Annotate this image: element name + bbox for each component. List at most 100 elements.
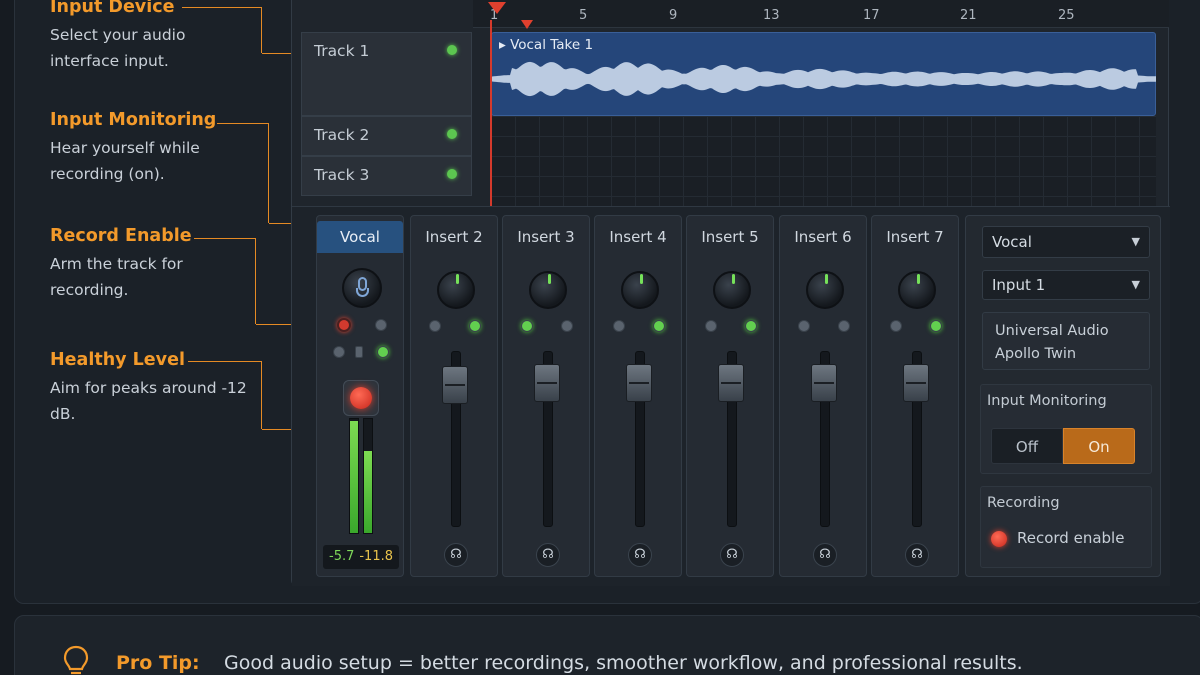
solo-led[interactable] — [838, 320, 850, 332]
fader-handle[interactable] — [534, 364, 560, 402]
channel-name[interactable]: Insert 7 — [872, 221, 958, 253]
gain-knob[interactable] — [621, 271, 659, 309]
insert-channel-strip: Insert 2 ☊ — [410, 215, 498, 577]
fader-handle[interactable] — [718, 364, 744, 402]
solo-led[interactable] — [469, 320, 481, 332]
ruler-mark: 21 — [960, 8, 977, 23]
channel-name[interactable]: Insert 3 — [503, 221, 589, 253]
headphones-icon[interactable]: ☊ — [905, 543, 929, 567]
timeline-ruler[interactable]: 1 5 9 13 17 21 25 — [473, 0, 1169, 28]
track-header-1[interactable]: Track 1 — [301, 32, 472, 116]
headphones-icon[interactable]: ☊ — [720, 543, 744, 567]
chevron-down-icon: ▼ — [1131, 278, 1140, 291]
mute-led[interactable] — [798, 320, 810, 332]
track-grid[interactable] — [491, 116, 1156, 206]
audio-clip[interactable]: ▸ Vocal Take 1 — [491, 32, 1156, 116]
headphones-icon[interactable]: ☊ — [813, 543, 837, 567]
track-label: Track 1 — [314, 42, 370, 60]
input-button[interactable] — [375, 319, 387, 331]
mute-led[interactable] — [705, 320, 717, 332]
insert-channel-strip: Insert 4 ☊ — [594, 215, 682, 577]
connector-line — [217, 123, 269, 223]
input-select-value: Input 1 — [992, 276, 1046, 294]
pro-tip-label: Pro Tip: — [116, 652, 200, 674]
track-active-led[interactable] — [447, 169, 457, 179]
gain-knob[interactable] — [806, 271, 844, 309]
pan-handle[interactable] — [355, 346, 363, 358]
lightbulb-icon — [63, 645, 89, 675]
mute-led[interactable] — [429, 320, 441, 332]
playhead-marker[interactable] — [488, 2, 506, 14]
solo-led[interactable] — [930, 320, 942, 332]
track-active-led[interactable] — [447, 129, 457, 139]
headphones-icon[interactable]: ☊ — [628, 543, 652, 567]
track-header-2[interactable]: Track 2 — [301, 116, 472, 156]
track-label: Track 2 — [314, 126, 370, 144]
channel-name[interactable]: Insert 4 — [595, 221, 681, 253]
mute-led[interactable] — [613, 320, 625, 332]
channel-name[interactable]: Insert 5 — [687, 221, 773, 253]
section-title: Recording — [987, 495, 1060, 511]
channel-name[interactable]: Insert 2 — [411, 221, 497, 253]
loop-marker[interactable] — [521, 20, 533, 29]
tutorial-screen: Input Device Select your audio interface… — [0, 0, 1200, 675]
fader-handle[interactable] — [442, 366, 468, 404]
ruler-mark: 5 — [579, 8, 588, 23]
headphones-icon[interactable]: ☊ — [536, 543, 560, 567]
solo-led[interactable] — [561, 320, 573, 332]
playhead-line — [490, 20, 492, 206]
device-info: Universal Audio Apollo Twin — [982, 312, 1150, 370]
chevron-down-icon: ▼ — [1131, 235, 1140, 248]
record-enable-toggle[interactable] — [991, 531, 1007, 547]
track-select-dropdown[interactable]: Vocal ▼ — [982, 226, 1150, 258]
ruler-mark: 9 — [669, 8, 678, 23]
pro-tip-bar: Pro Tip: Good audio setup = better recor… — [14, 615, 1200, 675]
headphones-icon[interactable]: ☊ — [444, 543, 468, 567]
device-name-line2: Apollo Twin — [995, 346, 1077, 362]
channel-settings-panel: Vocal ▼ Input 1 ▼ Universal Audio Apollo… — [965, 215, 1161, 577]
level-readout: -5.7 -11.8 — [323, 545, 399, 569]
input-select-dropdown[interactable]: Input 1 ▼ — [982, 270, 1150, 300]
gain-knob[interactable] — [713, 271, 751, 309]
solo-led[interactable] — [745, 320, 757, 332]
vocal-channel-strip: Vocal -5.7 -11.8 — [316, 215, 404, 577]
record-arm-led[interactable] — [337, 318, 351, 332]
ruler-mark: 17 — [863, 8, 880, 23]
connector-line — [188, 361, 262, 429]
recording-section: Recording Record enable — [980, 486, 1152, 568]
monitoring-off-button[interactable]: Off — [991, 428, 1063, 464]
fader-handle[interactable] — [903, 364, 929, 402]
device-name-line1: Universal Audio — [995, 323, 1109, 339]
peak-right-value: -11.8 — [359, 549, 393, 564]
ruler-mark: 25 — [1058, 8, 1075, 23]
microphone-icon[interactable] — [342, 268, 382, 308]
level-meter-right — [363, 418, 373, 534]
channel-name[interactable]: Vocal — [317, 221, 403, 253]
pro-tip-text: Good audio setup = better recordings, sm… — [224, 652, 1023, 674]
channel-name[interactable]: Insert 6 — [780, 221, 866, 253]
connector-line — [182, 7, 262, 53]
monitoring-on-button[interactable]: On — [1063, 428, 1135, 464]
peak-left-value: -5.7 — [329, 549, 355, 564]
gain-knob[interactable] — [437, 271, 475, 309]
ruler-mark: 13 — [763, 8, 780, 23]
mute-led[interactable] — [521, 320, 533, 332]
solo-button[interactable] — [333, 346, 345, 358]
record-enable-button[interactable] — [343, 380, 379, 416]
fader-handle[interactable] — [811, 364, 837, 402]
monitor-led[interactable] — [377, 346, 389, 358]
level-meter-left — [349, 418, 359, 534]
track-header-3[interactable]: Track 3 — [301, 156, 472, 196]
input-monitoring-section: Input Monitoring Off On — [980, 384, 1152, 474]
connector-line — [194, 238, 256, 324]
solo-led[interactable] — [653, 320, 665, 332]
insert-channel-strip: Insert 3 ☊ — [502, 215, 590, 577]
track-select-value: Vocal — [992, 233, 1032, 251]
insert-channel-strip: Insert 6 ☊ — [779, 215, 867, 577]
fader-handle[interactable] — [626, 364, 652, 402]
gain-knob[interactable] — [898, 271, 936, 309]
gain-knob[interactable] — [529, 271, 567, 309]
mute-led[interactable] — [890, 320, 902, 332]
track-active-led[interactable] — [447, 45, 457, 55]
insert-channel-strip: Insert 5 ☊ — [686, 215, 774, 577]
